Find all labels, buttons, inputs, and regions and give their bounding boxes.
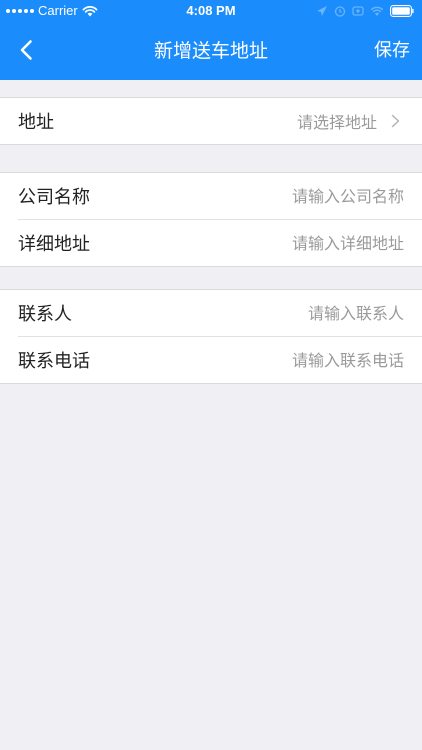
nav-bar: 新增送车地址 保存 bbox=[0, 22, 422, 80]
contact-section: 联系人 联系电话 bbox=[0, 289, 422, 384]
detail-address-input[interactable] bbox=[90, 233, 404, 253]
top-bar: Carrier 4:08 PM 新增送车地址 保存 bbox=[0, 0, 422, 80]
save-button[interactable]: 保存 bbox=[374, 22, 410, 80]
address-placeholder: 请选择地址 bbox=[296, 113, 377, 132]
address-section: 地址 请选择地址 bbox=[0, 97, 422, 145]
status-right bbox=[316, 0, 414, 22]
contact-phone-input[interactable] bbox=[90, 350, 404, 370]
contact-person-row: 联系人 bbox=[18, 290, 422, 336]
rotation-lock-icon bbox=[352, 6, 364, 16]
company-section: 公司名称 详细地址 bbox=[0, 172, 422, 267]
address-selector-row[interactable]: 地址 请选择地址 bbox=[18, 98, 422, 144]
contact-person-input[interactable] bbox=[72, 303, 404, 323]
detail-address-label: 详细地址 bbox=[18, 234, 90, 255]
alarm-icon bbox=[334, 6, 346, 17]
company-name-label: 公司名称 bbox=[18, 187, 90, 208]
battery-icon bbox=[390, 5, 414, 17]
contact-phone-label: 联系电话 bbox=[18, 351, 90, 372]
chevron-right-icon bbox=[391, 114, 400, 128]
location-icon bbox=[317, 6, 327, 16]
company-name-row: 公司名称 bbox=[18, 173, 422, 219]
address-label: 地址 bbox=[18, 112, 54, 133]
contact-phone-row: 联系电话 bbox=[18, 336, 422, 383]
page-title: 新增送车地址 bbox=[153, 40, 268, 62]
detail-address-row: 详细地址 bbox=[18, 219, 422, 266]
status-bar: Carrier 4:08 PM bbox=[0, 0, 422, 22]
contact-person-label: 联系人 bbox=[18, 304, 72, 325]
wifi-secondary-icon bbox=[370, 6, 384, 16]
company-name-input[interactable] bbox=[90, 186, 404, 206]
